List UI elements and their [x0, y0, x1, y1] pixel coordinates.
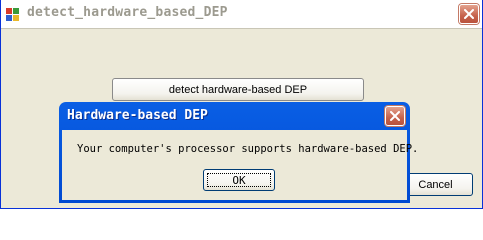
ok-button-label: OK [232, 173, 246, 187]
window-close-button[interactable] [459, 4, 479, 24]
message-dialog: Hardware-based DEP Your computer's proce… [59, 102, 418, 203]
dialog-titlebar[interactable]: Hardware-based DEP [62, 102, 407, 130]
close-icon [390, 111, 400, 121]
application-icon [5, 6, 21, 22]
detect-dep-button[interactable]: detect hardware-based DEP [112, 78, 364, 101]
dialog-message: Your computer's processor supports hardw… [77, 143, 419, 155]
window-title: detect_hardware_based_DEP [27, 5, 228, 20]
main-window-titlebar[interactable]: detect_hardware_based_DEP [1, 0, 482, 29]
dialog-title: Hardware-based DEP [67, 108, 208, 123]
ok-button[interactable]: OK [203, 169, 275, 191]
close-icon [464, 9, 474, 19]
dialog-close-button[interactable] [385, 106, 405, 126]
dialog-body: Your computer's processor supports hardw… [62, 130, 418, 200]
